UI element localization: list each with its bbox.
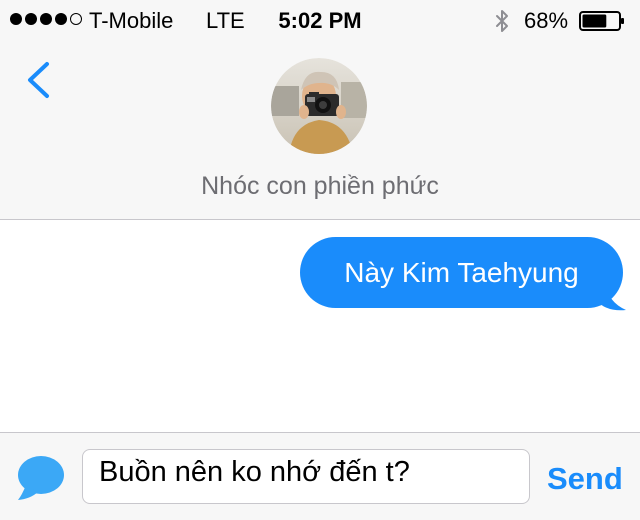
contact-avatar[interactable] [271, 58, 367, 154]
message-input[interactable]: Buồn nên ko nhớ đến t? [82, 449, 530, 504]
bluetooth-icon [496, 10, 508, 32]
battery-icon [579, 11, 624, 31]
message-bubble-icon[interactable] [16, 455, 66, 501]
bubble-tail [596, 284, 626, 311]
conversation-header: T-Mobile LTE 5:02 PM 68% Nhóc con phiền … [0, 0, 640, 220]
status-bar: T-Mobile LTE 5:02 PM 68% [0, 0, 640, 40]
battery-percentage: 68% [524, 8, 569, 33]
chevron-left-icon[interactable] [24, 59, 54, 101]
battery-fill [582, 14, 607, 28]
contact-name[interactable]: Nhóc con phiền phức [0, 171, 640, 201]
composer-bar: Buồn nên ko nhớ đến t? Send [0, 432, 640, 520]
send-button[interactable]: Send [547, 461, 623, 497]
outgoing-message-bubble[interactable]: Này Kim Taehyung [300, 237, 623, 308]
